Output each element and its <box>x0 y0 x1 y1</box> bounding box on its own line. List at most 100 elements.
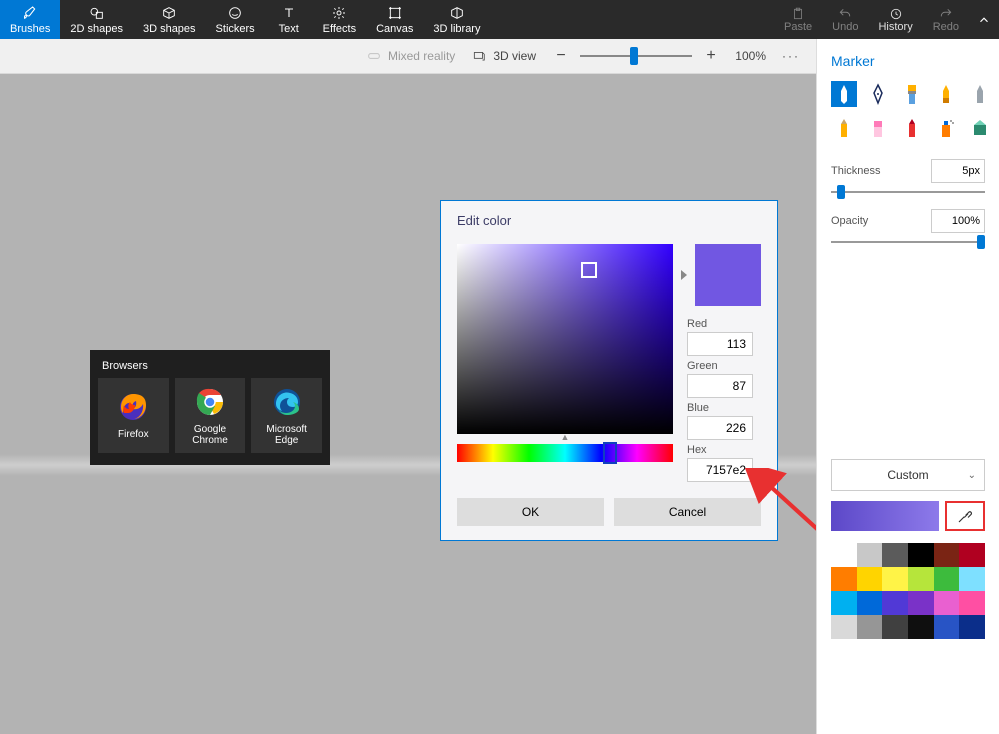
chrome-icon <box>194 386 226 418</box>
eyedropper-icon <box>956 507 974 525</box>
color-preview <box>695 244 761 306</box>
top-toolbar: Brushes 2D shapes 3D shapes Stickers Tex… <box>0 0 999 39</box>
current-color-preview[interactable] <box>831 501 939 531</box>
app-edge[interactable]: Microsoft Edge <box>251 378 322 453</box>
blue-input[interactable] <box>687 416 753 440</box>
tab-label: 2D shapes <box>70 23 123 35</box>
zoom-slider[interactable] <box>580 55 692 57</box>
color-swatch[interactable] <box>857 567 883 591</box>
right-panel: Marker Thickness Opacity Custom ⌄ <box>816 39 999 734</box>
green-input[interactable] <box>687 374 753 398</box>
color-swatch[interactable] <box>908 543 934 567</box>
mixed-reality-icon <box>366 49 382 63</box>
material-select[interactable]: Custom ⌄ <box>831 459 985 491</box>
tool-fill[interactable] <box>967 115 993 141</box>
sv-cursor[interactable] <box>581 262 597 278</box>
right-label: History <box>878 21 912 33</box>
redo-button[interactable]: Redo <box>923 0 969 39</box>
color-swatch[interactable] <box>959 543 985 567</box>
color-swatch[interactable] <box>934 615 960 639</box>
tool-pencil[interactable] <box>831 115 857 141</box>
tab-3d-shapes[interactable]: 3D shapes <box>133 0 206 39</box>
app-chrome[interactable]: Google Chrome <box>175 378 246 453</box>
edit-color-dialog: Edit color ▲ Red Green Blue Hex OK C <box>440 200 778 541</box>
zoom-in-button[interactable]: + <box>702 47 720 65</box>
color-swatch[interactable] <box>882 591 908 615</box>
brush-tools <box>831 81 985 141</box>
thickness-thumb[interactable] <box>837 185 845 199</box>
color-swatch[interactable] <box>908 591 934 615</box>
color-swatch[interactable] <box>959 591 985 615</box>
tab-text[interactable]: Text <box>265 0 313 39</box>
color-swatch[interactable] <box>908 615 934 639</box>
opacity-input[interactable] <box>931 209 985 233</box>
color-swatch[interactable] <box>882 615 908 639</box>
color-swatch[interactable] <box>857 615 883 639</box>
tool-calligraphy-pen[interactable] <box>865 81 891 107</box>
more-button[interactable]: ··· <box>782 49 800 63</box>
eyedropper-button[interactable] <box>945 501 985 531</box>
opacity-thumb[interactable] <box>977 235 985 249</box>
opacity-slider[interactable] <box>831 241 985 243</box>
history-button[interactable]: History <box>868 0 922 39</box>
tab-label: 3D library <box>433 23 480 35</box>
zoom-thumb[interactable] <box>630 47 638 65</box>
tool-eraser[interactable] <box>865 115 891 141</box>
mixed-reality-button[interactable]: Mixed reality <box>366 49 455 63</box>
shapes2d-icon <box>88 5 106 21</box>
redo-icon <box>938 7 954 21</box>
tab-2d-shapes[interactable]: 2D shapes <box>60 0 133 39</box>
color-swatch[interactable] <box>934 543 960 567</box>
red-input[interactable] <box>687 332 753 356</box>
color-swatch[interactable] <box>908 567 934 591</box>
tool-crayon[interactable] <box>899 115 925 141</box>
right-label: Paste <box>784 21 812 33</box>
tool-oil-brush[interactable] <box>899 81 925 107</box>
tab-effects[interactable]: Effects <box>313 0 366 39</box>
color-swatch[interactable] <box>831 567 857 591</box>
zoom-out-button[interactable]: − <box>552 47 570 65</box>
tab-stickers[interactable]: Stickers <box>206 0 265 39</box>
color-swatch[interactable] <box>882 543 908 567</box>
tool-watercolor[interactable] <box>933 81 959 107</box>
color-swatch[interactable] <box>934 591 960 615</box>
color-swatch[interactable] <box>882 567 908 591</box>
color-swatch[interactable] <box>959 567 985 591</box>
hue-slider[interactable] <box>457 444 673 462</box>
tab-label: Stickers <box>216 23 255 35</box>
color-swatch[interactable] <box>857 591 883 615</box>
collapse-panel-button[interactable] <box>969 0 999 39</box>
hex-label: Hex <box>687 444 761 456</box>
thickness-input[interactable] <box>931 159 985 183</box>
hex-input[interactable] <box>687 458 753 482</box>
app-firefox[interactable]: Firefox <box>98 378 169 453</box>
app-label: Microsoft Edge <box>255 424 318 446</box>
mixed-reality-label: Mixed reality <box>388 49 455 63</box>
cancel-button[interactable]: Cancel <box>614 498 761 526</box>
color-swatch[interactable] <box>831 615 857 639</box>
tab-3d-library[interactable]: 3D library <box>423 0 490 39</box>
tool-spray-can[interactable] <box>933 115 959 141</box>
tool-marker[interactable] <box>831 81 857 107</box>
thickness-slider[interactable] <box>831 191 985 193</box>
ok-button[interactable]: OK <box>457 498 604 526</box>
color-swatch[interactable] <box>831 543 857 567</box>
tool-pixel-pen[interactable] <box>967 81 993 107</box>
paste-button[interactable]: Paste <box>774 0 822 39</box>
color-swatch[interactable] <box>934 567 960 591</box>
tab-brushes[interactable]: Brushes <box>0 0 60 39</box>
tab-canvas[interactable]: Canvas <box>366 0 423 39</box>
saturation-value-picker[interactable] <box>457 244 673 434</box>
history-icon <box>888 7 904 21</box>
undo-button[interactable]: Undo <box>822 0 868 39</box>
hue-cursor[interactable] <box>603 442 617 464</box>
view3d-icon <box>471 49 487 63</box>
tab-label: 3D shapes <box>143 23 196 35</box>
blue-label: Blue <box>687 402 761 414</box>
tab-label: Text <box>279 23 299 35</box>
color-swatch[interactable] <box>959 615 985 639</box>
color-swatch[interactable] <box>831 591 857 615</box>
3d-view-button[interactable]: 3D view <box>471 49 536 63</box>
color-swatch[interactable] <box>857 543 883 567</box>
browsers-folder-popup: Browsers Firefox Google Chrome Microsoft… <box>90 350 330 465</box>
